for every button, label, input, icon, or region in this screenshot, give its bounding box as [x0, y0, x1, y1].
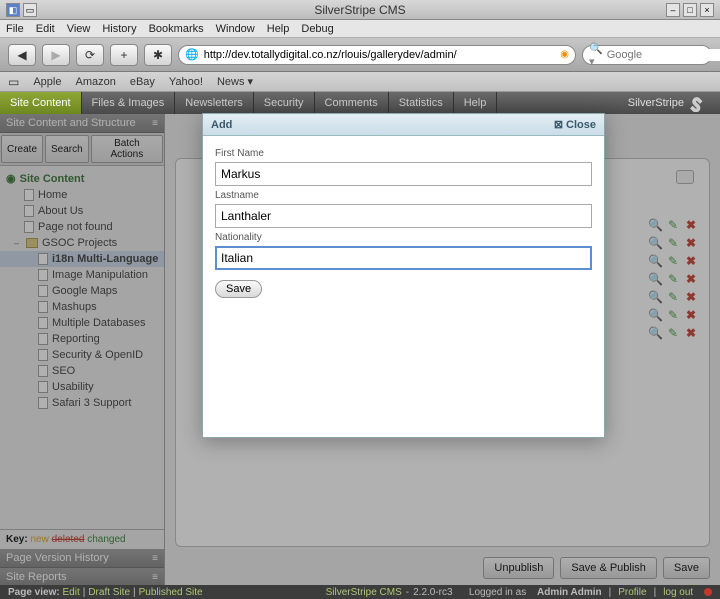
bookmark-bar: ▭ Apple Amazon eBay Yahoo! News ▾	[0, 72, 720, 92]
menu-edit[interactable]: Edit	[36, 23, 55, 35]
minimize-icon[interactable]: –	[666, 3, 680, 17]
tab-statistics[interactable]: Statistics	[389, 92, 454, 114]
bookmark-yahoo[interactable]: Yahoo!	[169, 76, 203, 88]
add-modal: Add ⊠ Close First Name Lastname National…	[202, 113, 605, 438]
forward-button[interactable]: ▶	[42, 44, 70, 66]
url-input[interactable]	[204, 49, 556, 61]
bookmark-ebay[interactable]: eBay	[130, 76, 155, 88]
window-restore-icon[interactable]: ▭	[23, 3, 37, 17]
firstname-input[interactable]	[215, 162, 592, 186]
close-window-icon[interactable]: ×	[700, 3, 714, 17]
menu-view[interactable]: View	[67, 23, 91, 35]
nationality-label: Nationality	[215, 232, 592, 243]
tab-site-content[interactable]: Site Content	[0, 92, 82, 114]
silverstripe-logo-icon	[690, 94, 708, 112]
nationality-input[interactable]	[215, 246, 592, 270]
lastname-label: Lastname	[215, 190, 592, 201]
modal-save-button[interactable]: Save	[215, 280, 262, 298]
add-bookmark-button[interactable]: +	[110, 44, 138, 66]
rss-icon[interactable]: ◉	[560, 49, 569, 60]
search-input[interactable]	[607, 49, 720, 61]
url-bar[interactable]: 🌐 ◉	[178, 45, 576, 65]
tab-security[interactable]: Security	[254, 92, 315, 114]
window-titlebar: ◧ ▭ SilverStripe CMS – □ ×	[0, 0, 720, 20]
back-button[interactable]: ◀	[8, 44, 36, 66]
bookmarks-icon[interactable]: ▭	[8, 75, 19, 89]
tab-comments[interactable]: Comments	[315, 92, 389, 114]
menu-help[interactable]: Help	[267, 23, 290, 35]
footer-profile-link[interactable]: Profile	[618, 587, 646, 598]
modal-close-button[interactable]: ⊠ Close	[554, 118, 596, 131]
menu-bookmarks[interactable]: Bookmarks	[149, 23, 204, 35]
close-icon: ⊠	[554, 118, 563, 131]
window-menu-icon[interactable]: ◧	[6, 3, 20, 17]
tab-files-images[interactable]: Files & Images	[82, 92, 176, 114]
reload-button[interactable]: ⟳	[76, 44, 104, 66]
browser-menubar: File Edit View History Bookmarks Window …	[0, 20, 720, 38]
menu-window[interactable]: Window	[216, 23, 255, 35]
footer-cms-link[interactable]: SilverStripe CMS	[326, 587, 402, 598]
brand-label: SilverStripe	[628, 97, 684, 109]
modal-header: Add ⊠ Close	[203, 114, 604, 136]
globe-icon: 🌐	[185, 48, 199, 61]
lastname-input[interactable]	[215, 204, 592, 228]
browser-search[interactable]: 🔍▾	[582, 45, 712, 65]
tab-newsletters[interactable]: Newsletters	[175, 92, 253, 114]
footer-logout-link[interactable]: log out	[663, 587, 693, 598]
browser-toolbar: ◀ ▶ ⟳ + ✱ 🌐 ◉ 🔍▾	[0, 38, 720, 72]
menu-history[interactable]: History	[102, 23, 136, 35]
bookmark-apple[interactable]: Apple	[33, 76, 61, 88]
cms-tabbar: Site Content Files & Images Newsletters …	[0, 92, 720, 114]
bug-button[interactable]: ✱	[144, 44, 172, 66]
bookmark-amazon[interactable]: Amazon	[75, 76, 115, 88]
menu-file[interactable]: File	[6, 23, 24, 35]
maximize-icon[interactable]: □	[683, 3, 697, 17]
search-icon: 🔍▾	[589, 42, 603, 68]
menu-debug[interactable]: Debug	[301, 23, 333, 35]
firstname-label: First Name	[215, 148, 592, 159]
status-dot-icon	[704, 588, 712, 596]
footer-draft-link[interactable]: Draft Site	[88, 587, 130, 598]
footer-edit-link[interactable]: Edit	[62, 587, 79, 598]
status-footer: Page view: Edit| Draft Site| Published S…	[0, 585, 720, 599]
modal-title: Add	[211, 119, 232, 131]
tab-help[interactable]: Help	[454, 92, 498, 114]
window-title: SilverStripe CMS	[314, 3, 405, 17]
footer-published-link[interactable]: Published Site	[139, 587, 203, 598]
bookmark-news[interactable]: News ▾	[217, 75, 253, 88]
